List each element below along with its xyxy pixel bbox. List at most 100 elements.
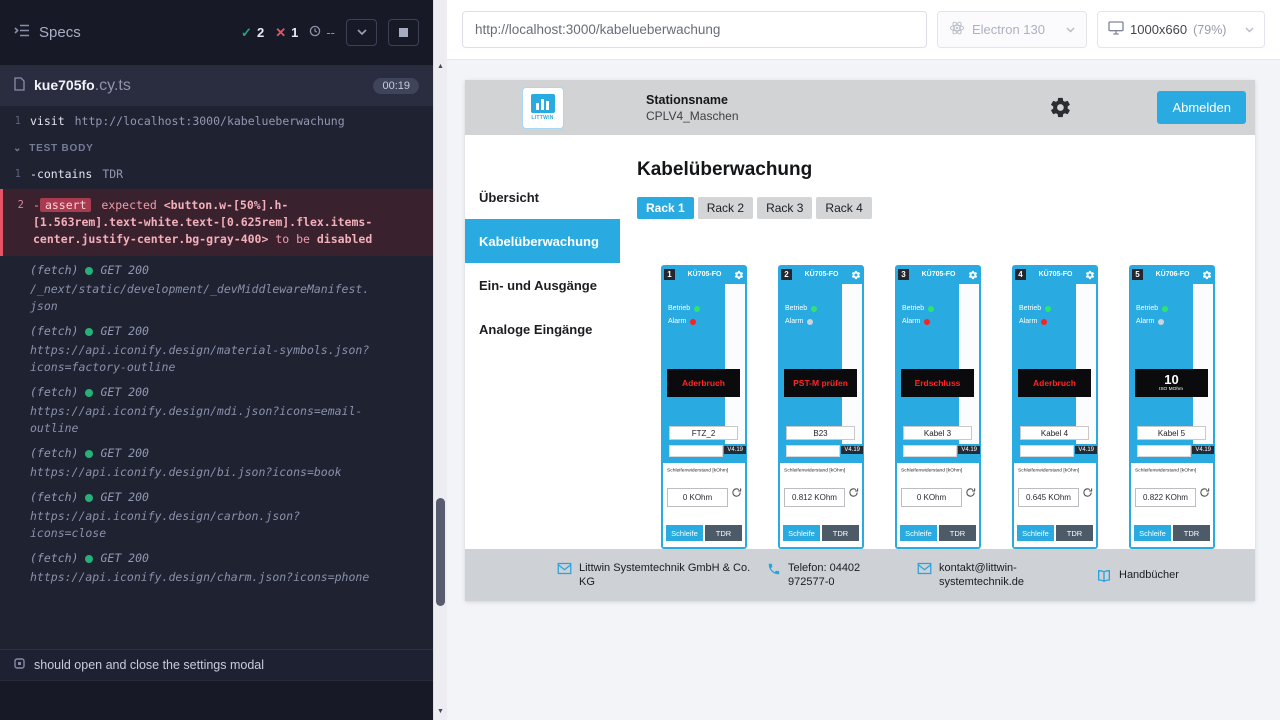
device-model: KÜ705-FO — [911, 271, 966, 278]
app-main: Kabelüberwachung Rack 1Rack 2Rack 3Rack … — [620, 135, 1255, 549]
led-label: Alarm — [668, 318, 686, 325]
test-body-header[interactable]: ⌄TEST BODY — [0, 134, 433, 162]
request-url: https://api.iconify.design/charm.json?ic… — [30, 569, 370, 586]
footer-text: Handbücher — [1119, 568, 1179, 582]
footer-item[interactable]: Littwin Systemtechnik GmbH & Co. KG — [557, 561, 757, 590]
fetch-label: (fetch) — [30, 489, 78, 506]
url-bar[interactable]: http://localhost:3000/kabelueberwachung — [462, 11, 927, 48]
logout-button[interactable]: Abmelden — [1157, 91, 1246, 124]
stop-icon — [399, 28, 408, 37]
gear-icon[interactable] — [968, 270, 978, 280]
tab-rack-2[interactable]: Rack 2 — [698, 197, 753, 219]
refresh-icon[interactable] — [1082, 487, 1093, 498]
sidebar-item-analoge-eing-nge[interactable]: Analoge Eingänge — [465, 307, 620, 351]
network-log-row[interactable]: (fetch)GET 200https://api.iconify.design… — [0, 485, 433, 546]
firmware-version: V4.19 — [841, 446, 863, 454]
scroll-up-arrow[interactable]: ▲ — [434, 62, 447, 72]
cable-name-field[interactable]: Kabel 3 — [903, 426, 972, 440]
footer-item[interactable]: Handbücher — [1096, 568, 1179, 583]
led-label: Betrieb — [785, 305, 807, 312]
network-log-row[interactable]: (fetch)GET 200https://api.iconify.design… — [0, 319, 433, 380]
gear-icon[interactable] — [1202, 270, 1212, 280]
measurement-label: Schleifenwiderstand [kOhm] — [901, 468, 962, 473]
scrollbar-thumb[interactable] — [436, 498, 445, 606]
run-stats: ✓2 ✕1 -- — [241, 19, 419, 46]
measurement-label: Schleifenwiderstand [kOhm] — [1018, 468, 1079, 473]
command-number — [0, 489, 30, 542]
tdr-button[interactable]: TDR — [1173, 525, 1210, 541]
gear-icon[interactable] — [734, 270, 744, 280]
tab-rack-4[interactable]: Rack 4 — [816, 197, 871, 219]
command-row[interactable]: 2-assert expected <button.w-[50%].h-[1.5… — [0, 189, 433, 256]
url-text: http://localhost:3000/kabelueberwachung — [475, 22, 720, 37]
refresh-icon[interactable] — [965, 487, 976, 498]
footer-item[interactable]: kontakt@littwin-systemtechnik.de — [917, 561, 1037, 590]
viewport-select[interactable]: 1000x660 (79%) — [1097, 11, 1265, 48]
command-name: contains — [37, 167, 92, 181]
monitor-icon — [1108, 21, 1124, 38]
spec-extension: .cy.ts — [95, 77, 131, 94]
gear-icon[interactable] — [1085, 270, 1095, 280]
led-row: Alarm — [1136, 318, 1168, 325]
settings-gear-icon[interactable] — [1049, 96, 1072, 119]
logo-word: LITTWIN — [531, 115, 553, 121]
spec-timer: 00:19 — [373, 78, 419, 94]
led-indicator — [924, 319, 930, 325]
stop-run-button[interactable] — [388, 19, 419, 46]
next-test-row[interactable]: should open and close the settings modal — [0, 649, 433, 680]
sidebar-item-ein-und-ausg-nge[interactable]: Ein- und Ausgänge — [465, 263, 620, 307]
tab-rack-3[interactable]: Rack 3 — [757, 197, 812, 219]
fetch-label: (fetch) — [30, 323, 78, 340]
device-model: KÜ706-FO — [1145, 271, 1200, 278]
measurement-panel: Schleifenwiderstand [kOhm]0 KOhmSchleife… — [897, 463, 979, 547]
command-row[interactable]: 1visithttp://localhost:3000/kabelueberwa… — [0, 109, 433, 134]
network-log-row[interactable]: (fetch)GET 200https://api.iconify.design… — [0, 546, 433, 590]
refresh-icon[interactable] — [731, 487, 742, 498]
schleife-button[interactable]: Schleife — [1017, 525, 1054, 541]
station-label: Stationsname — [646, 93, 739, 107]
schleife-button[interactable]: Schleife — [666, 525, 703, 541]
browser-select[interactable]: Electron 130 — [937, 11, 1087, 48]
cable-graphic — [842, 284, 862, 444]
schleife-button[interactable]: Schleife — [783, 525, 820, 541]
refresh-icon[interactable] — [1199, 487, 1210, 498]
tdr-button[interactable]: TDR — [939, 525, 976, 541]
refresh-icon[interactable] — [848, 487, 859, 498]
led-label: Betrieb — [1019, 305, 1041, 312]
network-log-row[interactable]: (fetch)GET 200https://api.iconify.design… — [0, 441, 433, 485]
tdr-button[interactable]: TDR — [1056, 525, 1093, 541]
command-log[interactable]: 1visithttp://localhost:3000/kabelueberwa… — [0, 106, 433, 649]
gear-icon[interactable] — [851, 270, 861, 280]
status-display: 10ISO MOhm — [1135, 369, 1208, 397]
sidebar-item--bersicht[interactable]: Übersicht — [465, 175, 620, 219]
command-row[interactable]: 1-containsTDR — [0, 162, 433, 187]
network-log-row[interactable]: (fetch)GET 200/_next/static/development/… — [0, 258, 433, 319]
measurement-panel: Schleifenwiderstand [kOhm]0 KOhmSchleife… — [663, 463, 745, 547]
fetch-label: (fetch) — [30, 262, 78, 279]
spec-bar[interactable]: kue705fo.cy.ts 00:19 — [0, 66, 433, 106]
next-test-title: should open and close the settings modal — [34, 658, 264, 672]
tdr-button[interactable]: TDR — [822, 525, 859, 541]
tab-rack-1[interactable]: Rack 1 — [637, 197, 694, 219]
scroll-down-arrow[interactable]: ▼ — [434, 707, 447, 717]
sidebar-item-kabel-berwachung[interactable]: Kabelüberwachung — [465, 219, 620, 263]
reporter-scrollbar[interactable]: ▲ ▼ — [433, 0, 447, 720]
cable-name-field[interactable]: B23 — [786, 426, 855, 440]
tdr-button[interactable]: TDR — [705, 525, 742, 541]
device-card: 1KÜ705-FOBetriebAlarmAderbruchFTZ_2V4.19… — [661, 265, 747, 549]
book-icon — [1096, 569, 1112, 583]
specs-menu-button[interactable]: Specs — [14, 24, 81, 41]
led-label: Alarm — [785, 318, 803, 325]
schleife-button[interactable]: Schleife — [900, 525, 937, 541]
cable-graphic — [1193, 284, 1213, 444]
measurement-value: 0.645 KOhm — [1018, 488, 1079, 507]
led-row: Betrieb — [1019, 305, 1051, 312]
collapse-reporter-button[interactable] — [346, 19, 377, 46]
cable-name-field[interactable]: Kabel 4 — [1020, 426, 1089, 440]
aux-field — [1020, 445, 1074, 457]
network-log-row[interactable]: (fetch)GET 200https://api.iconify.design… — [0, 380, 433, 441]
footer-item[interactable]: Telefon: 04402 972577-0 — [767, 561, 880, 590]
cable-name-field[interactable]: Kabel 5 — [1137, 426, 1206, 440]
cable-name-field[interactable]: FTZ_2 — [669, 426, 738, 440]
schleife-button[interactable]: Schleife — [1134, 525, 1171, 541]
